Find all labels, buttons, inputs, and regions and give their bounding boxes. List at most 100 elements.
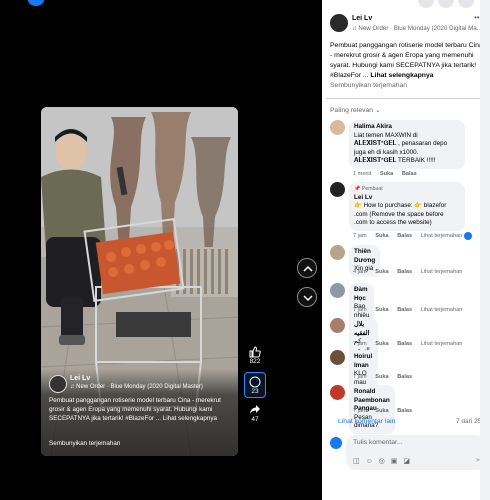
commenter-name[interactable]: Hoirul Iman	[354, 353, 372, 370]
emoji-icon[interactable]: ☺	[366, 458, 375, 465]
reply-link[interactable]: Balas	[402, 171, 417, 177]
comment-text-line: .com to access the website)	[354, 219, 432, 226]
notifications-icon[interactable]	[458, 0, 474, 8]
comment-text-line: juga eh di kasih x1000.	[354, 148, 419, 156]
comment-placeholder: Tulis komentar...	[353, 439, 403, 446]
post-music-label[interactable]: ♫ New Order · Blue Monday (2020 Digital …	[352, 25, 487, 32]
comment-meta: 7 jam Suka Balas	[353, 408, 419, 414]
share-count: 47	[251, 416, 259, 423]
comment-bubble: Halima Akira Liat temen MAXWIN di 𝐀𝐋𝐄𝐗𝐈𝐒…	[349, 120, 465, 169]
video-music-label[interactable]: ♫ New Order · Blue Monday (2020 Digital …	[70, 384, 203, 390]
commenter-name[interactable]: بلال الفقيه	[354, 321, 373, 338]
comment-time[interactable]: 1 menit	[353, 171, 371, 177]
commenter-name[interactable]: Lei Lv	[354, 194, 460, 203]
like-link[interactable]: Suka	[375, 341, 388, 347]
facebook-logo-icon[interactable]	[28, 0, 44, 6]
comment-sort-dropdown[interactable]: Paling relevan ⌄	[330, 106, 381, 114]
see-translation-link[interactable]: Lihat terjemahan	[421, 269, 463, 275]
like-count: 822	[249, 358, 261, 365]
video-caption: Pembuat panggangan rotiserie model terba…	[49, 397, 221, 422]
comment-text-line: 𝐀𝐋𝐄𝐗𝐈𝐒𝐓*𝐆𝐄𝐋 TERBAIK !!!!!	[354, 157, 436, 164]
commenter-avatar[interactable]	[330, 350, 345, 365]
comment-time[interactable]: 7 jam	[353, 341, 367, 347]
share-arrow-icon	[250, 405, 260, 414]
video-hide-translation-link[interactable]: Sembunyikan terjemahan	[49, 440, 120, 447]
video-viewer: Lei Lv ♫ New Order · Blue Monday (2020 D…	[0, 0, 322, 500]
comments-count: 7 dari 25	[456, 418, 482, 425]
commenter-avatar[interactable]	[330, 318, 345, 333]
reel-video[interactable]: Lei Lv ♫ New Order · Blue Monday (2020 D…	[41, 107, 238, 456]
see-more-link[interactable]: Lihat selengkapnya	[370, 72, 433, 79]
commenter-name[interactable]: Halima Akira	[354, 123, 460, 132]
divider	[326, 98, 486, 99]
like-link[interactable]: Suka	[375, 408, 388, 414]
pinned-author-badge: 📌 Pembuat	[354, 186, 383, 192]
commenter-avatar[interactable]	[330, 182, 345, 197]
share-button[interactable]: 47	[244, 404, 266, 423]
comment-meta: 1 menit Suka Balas	[353, 171, 424, 177]
thumbs-up-icon	[249, 346, 261, 358]
like-link[interactable]: Suka	[375, 374, 388, 380]
like-button[interactable]: 822	[244, 346, 266, 365]
commenter-avatar[interactable]	[330, 385, 345, 400]
chevron-down-icon	[303, 295, 313, 302]
like-link[interactable]: Suka	[380, 171, 393, 177]
see-translation-link[interactable]: Lihat terjemahan	[421, 341, 463, 347]
menu-icon[interactable]	[418, 0, 434, 8]
next-video-button[interactable]	[297, 287, 317, 307]
reply-link[interactable]: Balas	[397, 269, 412, 275]
like-link[interactable]: Suka	[375, 307, 388, 313]
reply-link[interactable]: Balas	[397, 374, 412, 380]
comment-time[interactable]: 7 jam	[353, 233, 367, 239]
commenter-avatar[interactable]	[330, 120, 345, 135]
commenter-name[interactable]: Thiên Dương	[354, 248, 375, 265]
scrollbar[interactable]	[480, 0, 490, 500]
reply-link[interactable]: Balas	[397, 233, 412, 239]
see-translation-link[interactable]: Lihat terjemahan	[421, 307, 463, 313]
reply-link[interactable]: Balas	[397, 341, 412, 347]
avatar-sticker-icon[interactable]: ◪	[403, 458, 412, 465]
comment-time[interactable]: 4 jam	[353, 269, 367, 275]
comment-meta: 7 jam Suka Balas Lihat terjemahan	[353, 341, 469, 347]
camera-icon[interactable]: ◎	[379, 458, 387, 465]
messenger-icon[interactable]	[438, 0, 454, 8]
post-author-avatar[interactable]	[330, 14, 348, 32]
comment-meta: 7 jam Suka Balas	[353, 374, 419, 380]
comment-text-line: 𝐀𝐋𝐄𝐗𝐈𝐒𝐓*𝐆𝐄𝐋 , penasaran depo	[354, 140, 448, 147]
comment-bubble: 📌 Pembuat Lei Lv 👉 How to purchase: 👉 bl…	[349, 182, 465, 231]
comments-panel: Lei Lv ♫ New Order · Blue Monday (2020 D…	[322, 0, 490, 500]
like-link[interactable]: Suka	[375, 233, 388, 239]
comment-meta: 7 jam Suka Balas Lihat terjemahan	[353, 233, 469, 239]
gif-icon[interactable]: ▣	[391, 458, 400, 465]
previous-video-button[interactable]	[297, 258, 317, 278]
post-caption: Pembuat panggangan rotiserie model terba…	[330, 41, 486, 81]
view-more-comments-link[interactable]: Lihat komentar lain	[338, 418, 395, 425]
comment-text-line: .com (Remove the space before	[354, 210, 444, 218]
author-avatar[interactable]	[49, 375, 67, 393]
reply-link[interactable]: Balas	[397, 307, 412, 313]
comment-text-line: Liat temen MAXWIN di	[354, 131, 418, 139]
comment-time[interactable]: 7 jam	[353, 307, 367, 313]
commenter-avatar[interactable]	[330, 245, 345, 260]
post-author-name[interactable]: Lei Lv	[352, 15, 372, 22]
comment-time[interactable]: 7 jam	[353, 374, 367, 380]
comment-text-line: 👉 How to purchase: 👉 blazefor	[354, 202, 447, 209]
comment-meta: 7 jam Suka Balas Lihat terjemahan	[353, 307, 469, 313]
comment-count: 23	[251, 388, 259, 395]
like-reaction-icon	[464, 232, 472, 240]
composer-tools: ◫ ☺ ◎ ▣ ◪	[353, 457, 412, 465]
video-author-name[interactable]: Lei Lv	[70, 375, 90, 382]
post-hide-translation-link[interactable]: Sembunyikan terjemahan	[330, 82, 407, 89]
comment-button[interactable]: 23	[244, 372, 266, 398]
top-toolbar	[322, 0, 490, 10]
comment-time[interactable]: 7 jam	[353, 408, 367, 414]
see-translation-link[interactable]: Lihat terjemahan	[421, 233, 463, 239]
commenter-avatar[interactable]	[330, 283, 345, 298]
sticker-icon[interactable]: ◫	[353, 458, 362, 465]
reply-link[interactable]: Balas	[397, 408, 412, 414]
commenter-name[interactable]: Đàm Học	[354, 286, 369, 303]
comment-input[interactable]: Tulis komentar... ◫ ☺ ◎ ▣ ◪ ➤	[346, 435, 486, 470]
current-user-avatar[interactable]	[330, 437, 342, 449]
chevron-up-icon	[303, 265, 313, 272]
like-link[interactable]: Suka	[375, 269, 388, 275]
